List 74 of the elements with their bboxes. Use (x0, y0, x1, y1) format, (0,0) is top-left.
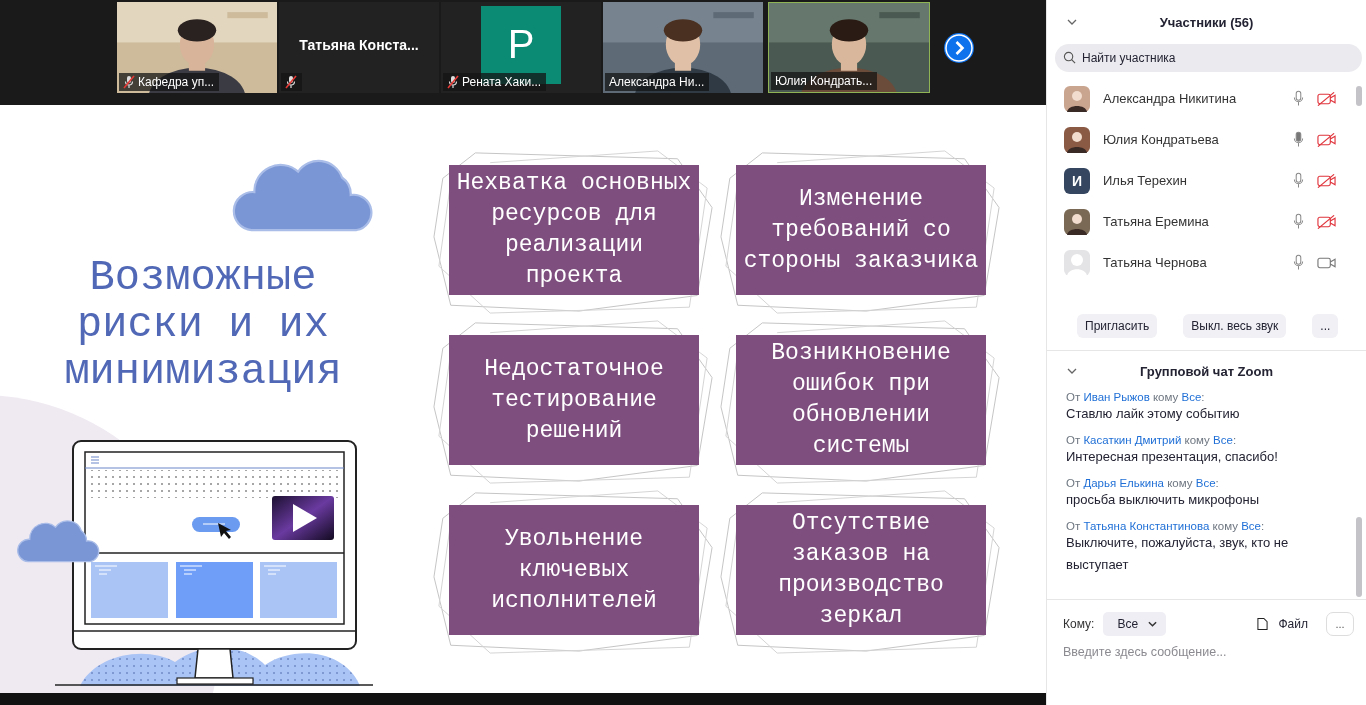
risk-card: Недостаточное тестирование решений (449, 335, 699, 465)
video-tile[interactable]: Р Рената Хаки... (441, 2, 601, 93)
caret-icon (1148, 621, 1158, 627)
recipient-link[interactable]: Все (1213, 434, 1233, 446)
message-text: просьба выключить микрофоны (1066, 491, 1261, 509)
camera-off-icon[interactable] (1317, 214, 1336, 229)
microphone-icon[interactable] (1293, 213, 1304, 230)
video-tile[interactable]: Татьяна Конста... (279, 2, 439, 93)
participant-row[interactable]: Александра Никитина (1047, 78, 1366, 119)
risk-card: Нехватка основных ресурсов для реализации проекта (449, 165, 699, 295)
avatar-icon: И (1064, 167, 1090, 194)
sender-link[interactable]: Татьяна Константинова (1083, 520, 1210, 532)
message-text: Ставлю лайк этому событию (1066, 405, 1241, 423)
recipient-link[interactable]: Все (1195, 477, 1216, 489)
recipient-link[interactable]: Все (1241, 520, 1261, 532)
microphone-icon[interactable] (1293, 90, 1304, 107)
scrollbar-thumb[interactable] (1356, 86, 1362, 106)
participants-title: Участники (56) (1159, 14, 1254, 30)
action-button[interactable]: Выкл. весь звук (1183, 314, 1287, 338)
message-text: Интересная презентация, спасибо! (1066, 448, 1279, 466)
collapse-chevron-icon[interactable] (1067, 19, 1077, 25)
tile-label-text: Юлия Кондрать... (775, 74, 873, 88)
action-button[interactable]: Пригласить (1077, 314, 1158, 338)
microphone-icon[interactable] (1293, 131, 1304, 148)
recipient-label: Кому: (1063, 617, 1095, 631)
participant-name: Татьяна Чернова (1103, 255, 1208, 270)
avatar-icon (1064, 249, 1090, 276)
message-header: От Татьяна Константинова кому Все: (1066, 520, 1266, 532)
microphone-icon[interactable] (1293, 254, 1304, 271)
participant-row[interactable]: Юлия Кондратьева (1047, 119, 1366, 160)
participant-row[interactable]: Татьяна Еремина (1047, 201, 1366, 242)
active-video-tile[interactable]: Юлия Кондрать... (768, 2, 930, 93)
participant-name: Татьяна Конста... (299, 36, 419, 53)
video-tile[interactable]: Александра Ни... (603, 2, 763, 93)
avatar-icon (1064, 85, 1090, 112)
message-text: Выключите, пожалуйста, звук, кто не выступает (1066, 534, 1290, 574)
tile-label-text: Рената Хаки... (462, 75, 542, 89)
video-tile[interactable]: Кафедра уп... (117, 2, 277, 93)
risk-card: Увольнение ключевых исполнителей (449, 505, 699, 635)
participant-row[interactable]: И Илья Терехин (1047, 160, 1366, 201)
camera-icon[interactable] (1317, 255, 1336, 270)
sender-link[interactable]: Иван Рыжов (1083, 391, 1150, 403)
camera-off-icon[interactable] (1317, 91, 1336, 106)
sender-link[interactable]: Дарья Елькина (1083, 477, 1164, 489)
participant-row[interactable]: Татьяна Чернова (1047, 242, 1366, 283)
microphone-icon[interactable] (1293, 172, 1304, 189)
message-header: От Иван Рыжов кому Все: (1066, 391, 1206, 403)
risk-card: Отсутствие заказов на производство зеркал (736, 505, 986, 635)
participant-name: Илья Терехин (1103, 173, 1188, 188)
camera-off-icon[interactable] (1317, 173, 1336, 188)
collapse-chevron-icon[interactable] (1067, 368, 1077, 374)
risk-card: Изменение требований со стороны заказчика (736, 165, 986, 295)
file-icon[interactable] (1257, 617, 1269, 631)
scrollbar-thumb[interactable] (1356, 517, 1362, 597)
message-header: От Дарья Елькина кому Все: (1066, 477, 1220, 489)
message-header: От Касаткин Дмитрий кому Все: (1066, 434, 1238, 446)
avatar-icon (1064, 126, 1090, 153)
risk-card: Возникновение ошибок при обновлении системы (736, 335, 986, 465)
tile-label-text: Александра Ни... (609, 75, 705, 89)
chat-title: Групповой чат Zoom (1140, 363, 1273, 379)
recipient-dropdown[interactable]: Все (1103, 612, 1167, 636)
participant-name: Татьяна Еремина (1103, 214, 1210, 229)
tile-label-text: Кафедра уп... (138, 75, 215, 89)
participant-name: Юлия Кондратьева (1103, 132, 1220, 147)
camera-off-icon[interactable] (1317, 132, 1336, 147)
sender-link[interactable]: Касаткин Дмитрий (1083, 434, 1182, 446)
next-page-button[interactable] (944, 33, 974, 63)
avatar-icon (1064, 208, 1090, 235)
slide-title: Возможные риски и их минимизация (63, 255, 343, 396)
file-button[interactable]: Файл (1278, 617, 1308, 631)
more-button[interactable]: ... (1326, 612, 1354, 636)
action-button[interactable]: ... (1312, 314, 1339, 338)
search-field[interactable]: Найти участника (1055, 44, 1362, 72)
participant-name: Александра Никитина (1103, 91, 1238, 106)
